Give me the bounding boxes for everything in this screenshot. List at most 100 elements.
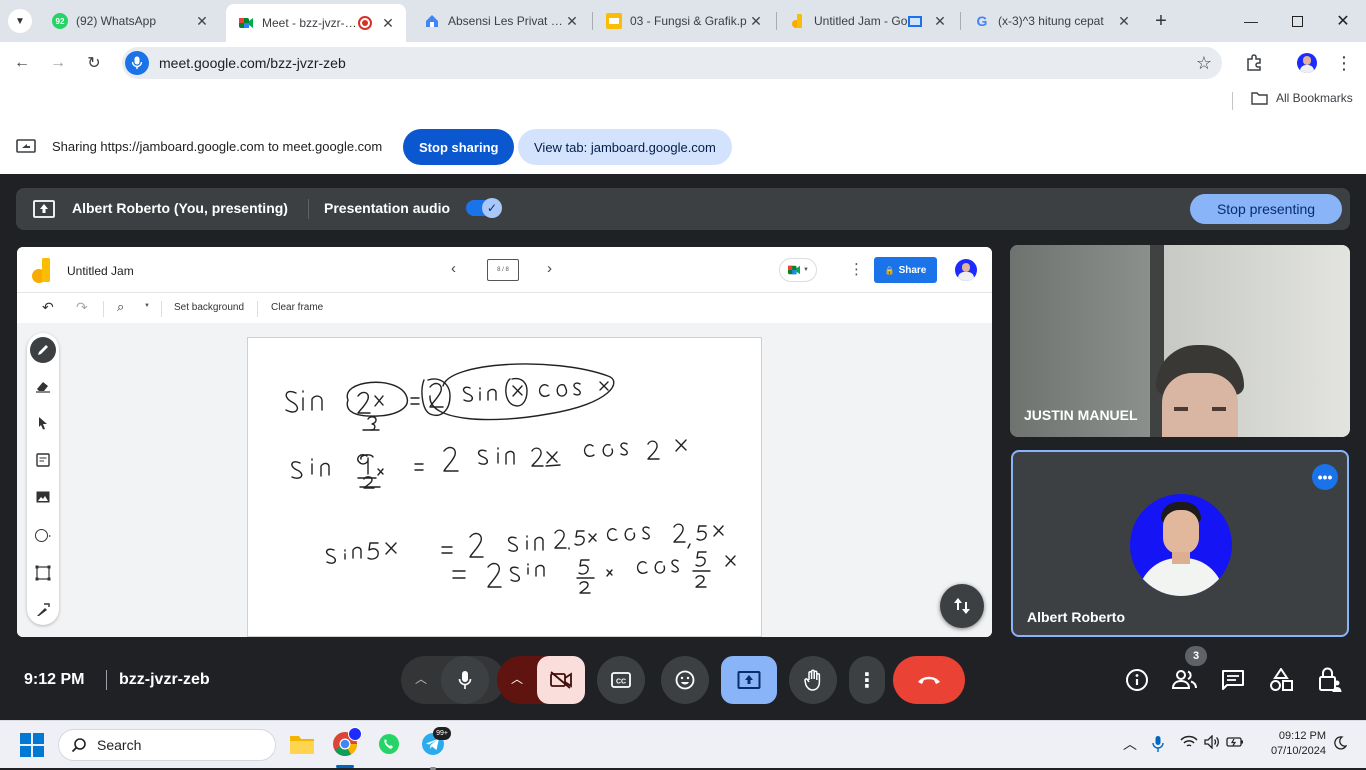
zoom-icon[interactable]: ⌕ (117, 299, 124, 315)
tab-title: 03 - Fungsi & Grafik.p (630, 14, 747, 28)
chat-button[interactable] (1221, 669, 1247, 693)
view-tab-button[interactable]: View tab: jamboard.google.com (518, 129, 732, 165)
system-tray-overflow[interactable]: ︿ (1123, 734, 1137, 754)
extensions-button[interactable] (1241, 50, 1267, 76)
profile-avatar[interactable] (1297, 53, 1317, 73)
tray-clock[interactable]: 09:12 PM 07/10/2024 (1258, 729, 1326, 759)
tab-absensi[interactable]: Absensi Les Privat – S ✕ (412, 6, 590, 36)
taskbar-whatsapp[interactable] (378, 733, 400, 755)
frame-indicator: 8 / 8 (497, 267, 509, 273)
restore-icon (1291, 15, 1303, 27)
taskbar-file-explorer[interactable] (289, 733, 315, 755)
undo-button[interactable]: ↶ (42, 299, 54, 316)
taskbar-telegram[interactable]: 99+ (421, 727, 451, 770)
more-options-button[interactable]: ⋮ (849, 656, 885, 704)
participant-tile-justin[interactable]: JUSTIN MANUEL (1010, 245, 1350, 437)
minimize-button[interactable]: — (1228, 6, 1274, 36)
presentation-audio-label: Presentation audio (324, 200, 451, 216)
back-button[interactable]: ← (9, 50, 35, 76)
meeting-code: bzz-jvzr-zeb (119, 671, 210, 688)
jam-share-button[interactable]: 🔒 Share (874, 257, 937, 283)
present-now-button[interactable] (721, 656, 777, 704)
pen-tool-button[interactable] (30, 337, 56, 363)
meeting-details-button[interactable] (1125, 668, 1151, 694)
text-box-icon[interactable] (35, 565, 51, 581)
stop-presenting-button[interactable]: Stop presenting (1190, 194, 1342, 224)
participant-options-button[interactable]: ••• (1312, 464, 1338, 490)
participant-tile-albert[interactable]: ••• Albert Roberto (1011, 450, 1349, 637)
close-window-button[interactable]: ✕ (1320, 6, 1366, 36)
clear-frame-button[interactable]: Clear frame (271, 302, 323, 313)
presentation-audio-toggle[interactable]: ✓ (466, 198, 502, 218)
jamboard-canvas: ▸ (17, 323, 992, 637)
hand-icon (804, 669, 821, 691)
start-button[interactable] (20, 733, 44, 757)
jam-title[interactable]: Untitled Jam (67, 264, 134, 278)
tray-microphone[interactable] (1152, 735, 1164, 753)
bookmark-star-button[interactable]: ☆ (1191, 50, 1217, 76)
close-icon[interactable]: ✕ (748, 13, 764, 30)
redo-button[interactable]: ↷ (76, 299, 88, 316)
wifi-icon (1180, 735, 1198, 747)
all-bookmarks-button[interactable]: All Bookmarks (1251, 91, 1353, 105)
people-count-badge: 3 (1185, 646, 1207, 666)
tab-meet[interactable]: Meet - bzz-jvzr-zeb ✕ (226, 4, 406, 42)
leave-call-button[interactable] (893, 656, 965, 704)
next-frame-button[interactable]: › (547, 260, 552, 277)
check-icon: ✓ (482, 198, 502, 218)
address-bar[interactable]: meet.google.com/bzz-jvzr-zeb (122, 47, 1222, 79)
browser-menu-button[interactable]: ⋮ (1331, 50, 1357, 76)
taskbar-search[interactable]: Search (58, 729, 276, 761)
restore-button[interactable] (1274, 6, 1320, 36)
frame-bar-button[interactable]: 8 / 8 (487, 259, 519, 281)
tab-google-search[interactable]: G (x-3)^3 hitung cepat ✕ (962, 6, 1142, 36)
raise-hand-button[interactable] (789, 656, 837, 704)
emoji-icon (675, 670, 695, 690)
reload-button[interactable]: ↻ (81, 50, 107, 76)
camera-button[interactable] (537, 656, 585, 704)
telegram-unread-badge: 99+ (433, 727, 451, 740)
microphone-icon (125, 51, 149, 75)
tab-jamboard[interactable]: Untitled Jam - Go ✕ (778, 6, 958, 36)
tray-notifications[interactable] (1333, 736, 1347, 750)
more-vertical-icon: ⋮ (1335, 52, 1353, 73)
close-icon[interactable]: ✕ (194, 13, 210, 30)
close-icon[interactable]: ✕ (380, 15, 396, 32)
tab-whatsapp[interactable]: 92 (92) WhatsApp ✕ (40, 6, 220, 36)
host-controls-button[interactable] (1318, 667, 1344, 695)
taskbar-chrome[interactable] (332, 727, 362, 768)
minimize-icon: — (1244, 13, 1258, 29)
close-icon[interactable]: ✕ (932, 13, 948, 30)
people-button[interactable]: 3 (1172, 646, 1207, 694)
chevron-down-icon: ▼ (803, 267, 809, 273)
close-icon[interactable]: ✕ (564, 13, 580, 30)
tray-quick-settings[interactable] (1180, 735, 1244, 749)
tab-search-button[interactable]: ▼ (8, 9, 32, 33)
meet-share-chip[interactable]: ▼ (779, 258, 817, 282)
close-icon[interactable]: ✕ (1116, 13, 1132, 30)
video-options-button[interactable]: ︿ (511, 670, 523, 687)
captions-button[interactable]: CC (597, 656, 645, 704)
sticky-note-icon[interactable] (36, 453, 50, 467)
shape-tool-button[interactable]: ▸ (35, 529, 51, 542)
jam-frame[interactable] (247, 337, 762, 637)
previous-frame-button[interactable]: ‹ (451, 260, 456, 277)
jam-user-avatar[interactable] (955, 259, 977, 281)
meet-call-area: Albert Roberto (You, presenting) Present… (0, 174, 1366, 720)
eraser-icon[interactable] (35, 379, 51, 393)
swap-layout-button[interactable] (940, 584, 984, 628)
chevron-down-icon[interactable]: ▼ (144, 303, 150, 309)
activities-button[interactable] (1269, 668, 1295, 694)
tab-slides[interactable]: 03 - Fungsi & Grafik.p ✕ (594, 6, 774, 36)
select-arrow-icon[interactable] (36, 416, 50, 430)
new-tab-button[interactable]: + (1148, 8, 1174, 34)
laser-pointer-icon[interactable] (36, 603, 50, 617)
set-background-button[interactable]: Set background (174, 302, 244, 313)
reactions-button[interactable] (661, 656, 709, 704)
jam-more-menu[interactable]: ⋮ (849, 260, 864, 278)
stop-sharing-button[interactable]: Stop sharing (403, 129, 515, 165)
audio-options-button[interactable]: ︿ (415, 670, 427, 687)
image-icon[interactable] (36, 491, 50, 503)
microphone-button[interactable] (441, 656, 489, 704)
forward-button[interactable]: → (45, 50, 71, 76)
